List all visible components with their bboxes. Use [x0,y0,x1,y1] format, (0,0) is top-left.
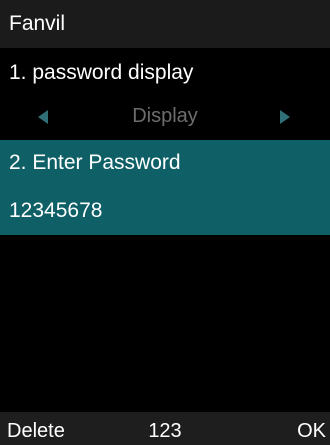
softkey-bar: Delete 123 OK [0,412,330,445]
app-title: Fanvil [9,12,66,35]
password-input[interactable]: 12345678 [9,197,102,225]
password-display-selector[interactable]: Display [0,98,330,138]
title-bar: Fanvil [0,0,330,48]
menu-item-enter-password[interactable]: 2. Enter Password 12345678 [0,140,330,235]
ok-softkey[interactable]: OK [297,418,326,444]
menu-item-password-display[interactable]: 1. password display [0,48,330,98]
menu-item-label: 2. Enter Password [9,151,181,174]
input-mode-softkey[interactable]: 123 [0,418,330,444]
menu-item-label: 1. password display [9,61,194,84]
triangle-right-icon[interactable] [280,110,290,124]
